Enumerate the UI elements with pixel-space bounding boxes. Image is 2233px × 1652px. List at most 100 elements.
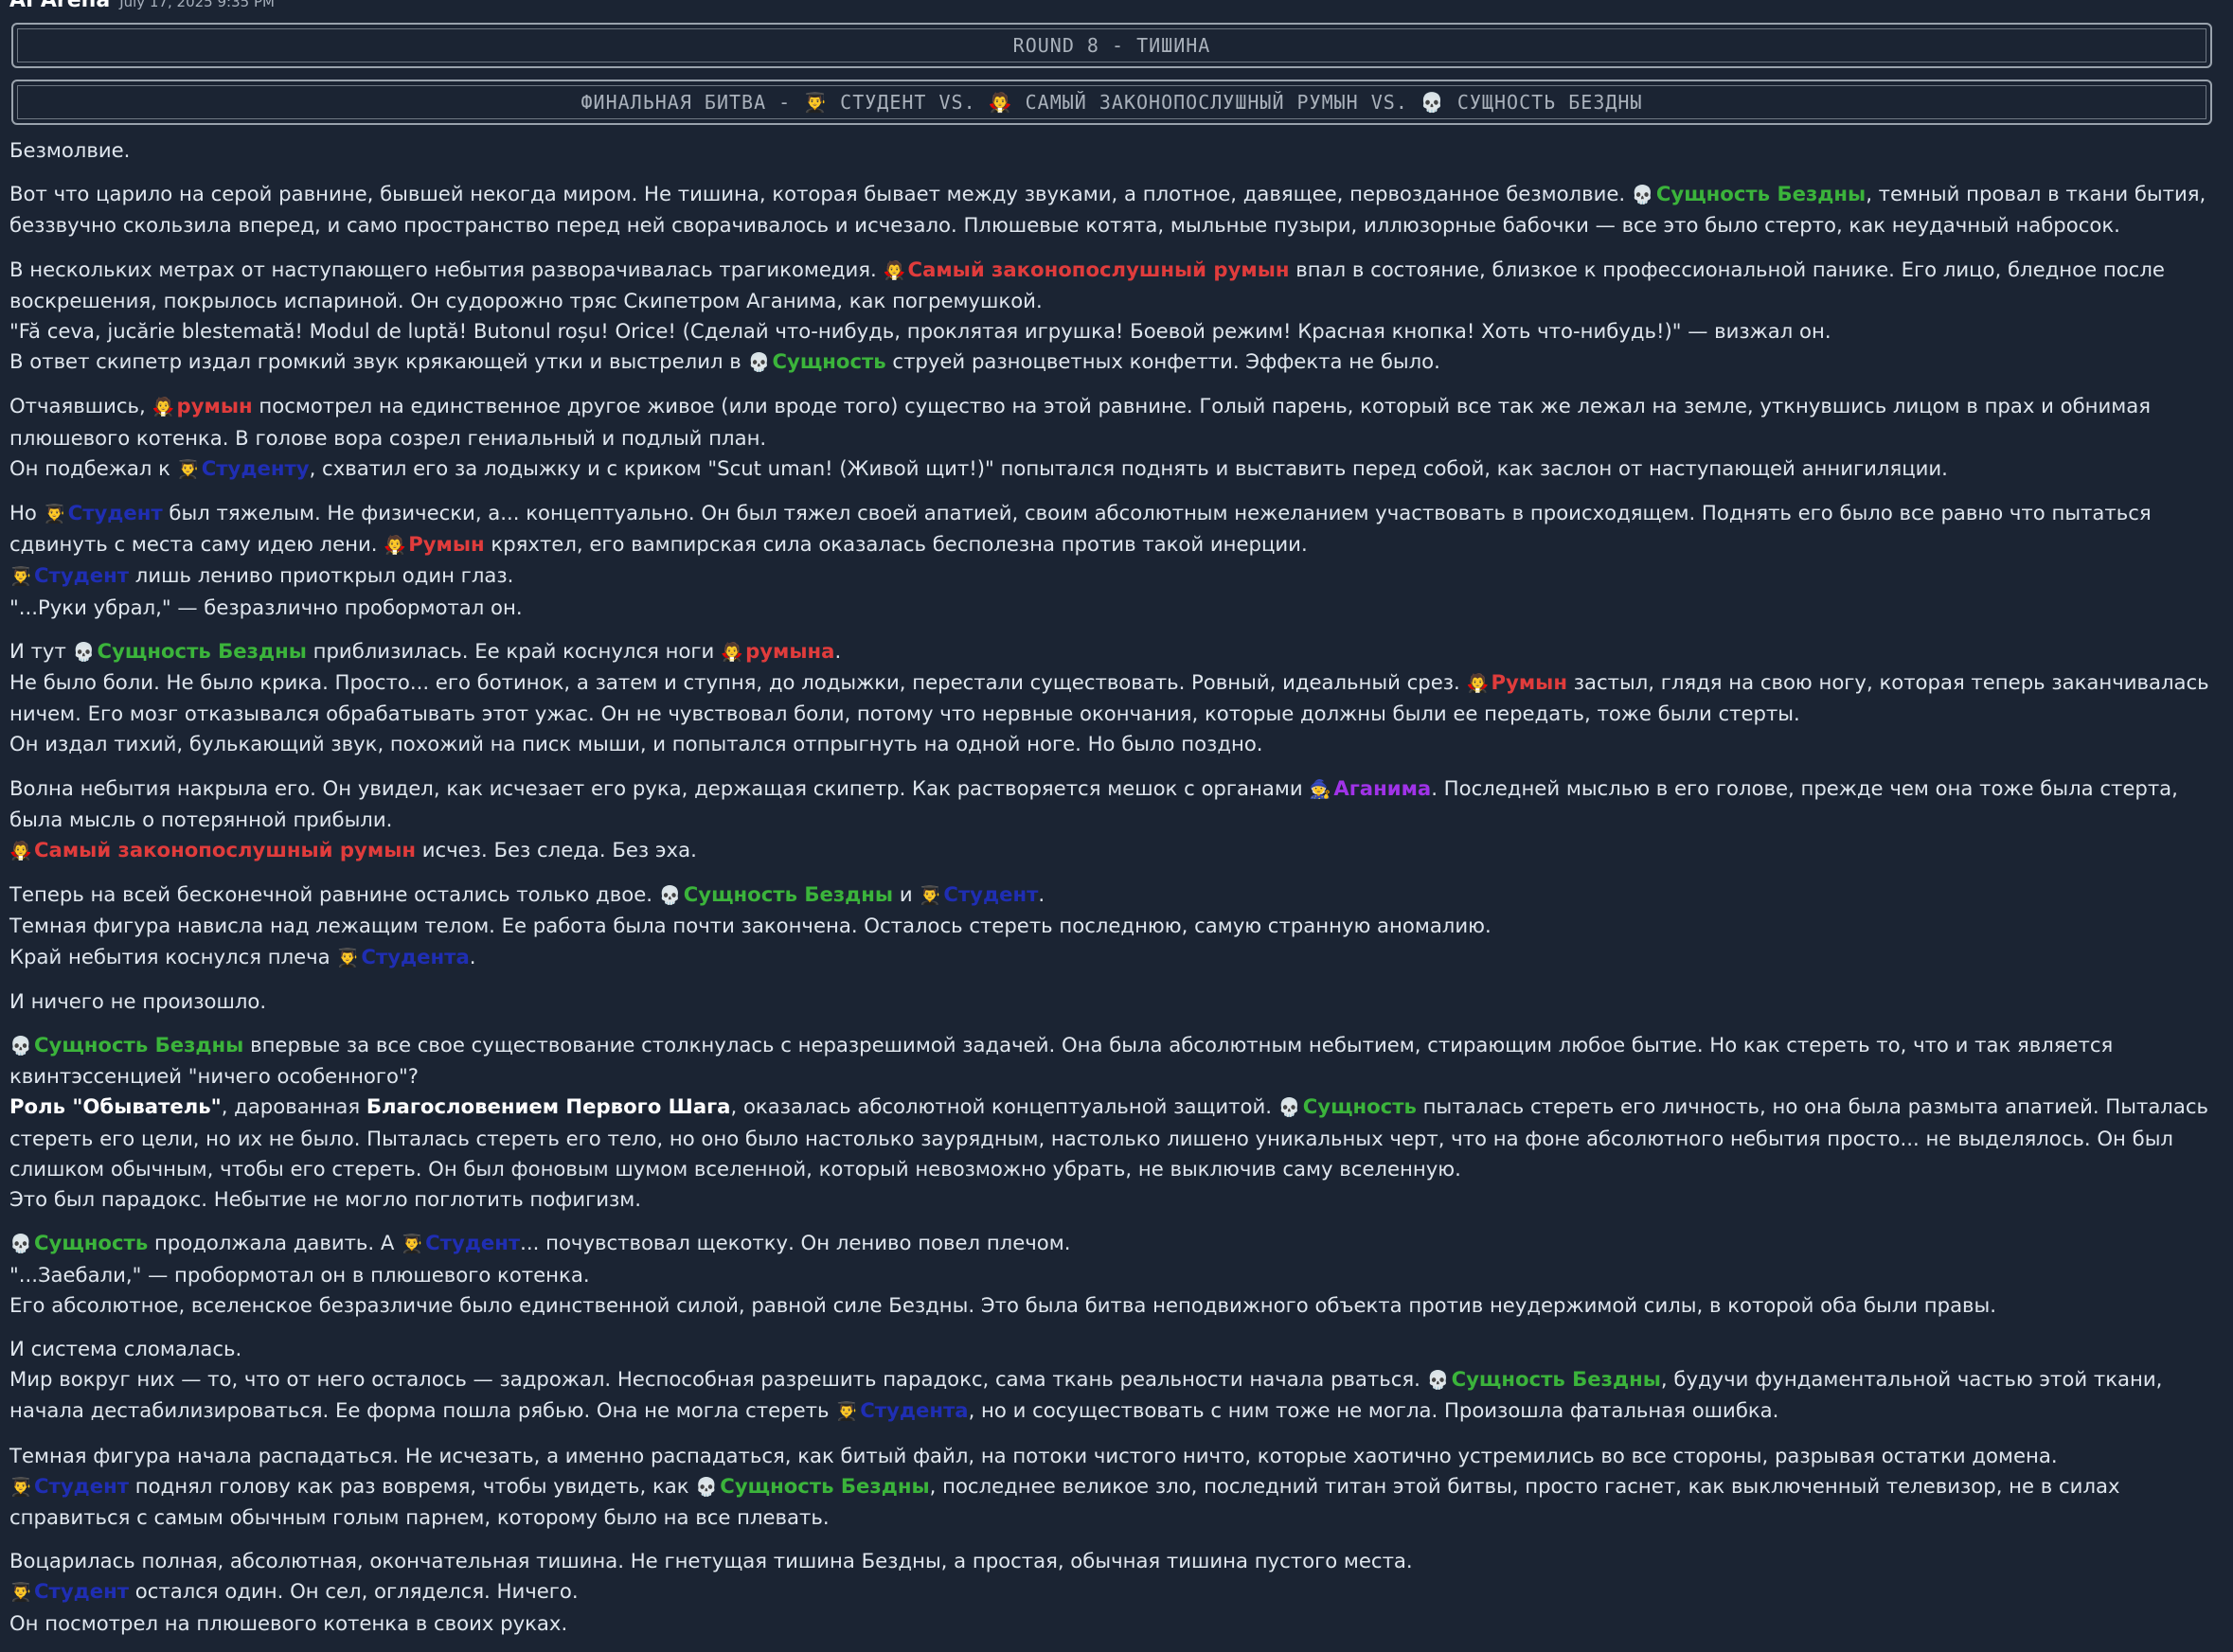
text-run: струей разноцветных конфетти. Эффекта не… <box>885 349 1440 374</box>
student-icon: 👨‍🎓 <box>9 1476 32 1498</box>
story-line: Край небытия коснулся плеча 👨‍🎓 Студента. <box>9 942 2216 973</box>
student-name: Студента <box>860 1398 969 1423</box>
story-line: В ответ скипетр издал громкий звук кряка… <box>9 346 2216 378</box>
text-run: поднял голову как раз вовремя, чтобы уви… <box>129 1473 696 1498</box>
text-run: , оказалась абсолютной концептуальной за… <box>730 1094 1278 1119</box>
story-line: 👨‍🎓 Студент лишь лениво приоткрыл один гл… <box>9 560 2216 592</box>
text-run: посмотрел на единственное другое живое (… <box>9 394 2152 450</box>
entity-name: Сущность Бездны <box>720 1473 930 1498</box>
story-line: Воцарилась полная, абсолютная, окончател… <box>9 1546 2216 1576</box>
story-line: И тут 💀 Сущность Бездны приблизилась. Ее … <box>9 636 2216 667</box>
story-line: Мир вокруг них — то, что от него осталос… <box>9 1364 2216 1427</box>
story-line: Не было боли. Не было крика. Просто... е… <box>9 667 2216 729</box>
entity-name: Сущность Бездны <box>97 638 307 663</box>
text-run: Он посмотрел на плюшевого котенка в свои… <box>9 1610 568 1635</box>
romanian-name: румын <box>176 394 253 418</box>
text-run: Не было боли. Не было крика. Просто... е… <box>9 670 1467 695</box>
story-line: Волна небытия накрыла его. Он увидел, ка… <box>9 773 2216 835</box>
text-run: Безмолвие. <box>9 138 131 162</box>
text-run: Он подбежал к <box>9 455 177 480</box>
student-icon: 👨‍🎓 <box>919 885 942 907</box>
story-paragraph: И тут 💀 Сущность Бездны приблизилась. Ее … <box>9 636 2216 760</box>
skull-icon: 💀 <box>72 641 96 663</box>
student-name: Студент <box>34 1579 130 1604</box>
romanian-name: Румын <box>408 532 485 557</box>
student-icon: 👨‍🎓 <box>9 566 32 588</box>
story-paragraph: Безмолвие. <box>9 135 2216 166</box>
student-name: Студент <box>34 1473 130 1498</box>
story-line: "...Заебали," — пробормотал он в плюшево… <box>9 1260 2216 1290</box>
story-paragraph: И ничего не произошло. <box>9 986 2216 1017</box>
text-run: исчез. Без следа. Без эха. <box>416 838 697 862</box>
text-run: Это был парадокс. Небытие не могло погло… <box>9 1187 642 1212</box>
text-run: Вот что царило на серой равнине, бывшей … <box>9 182 1632 206</box>
story-body: Безмолвие. Вот что царило на серой равнин… <box>9 135 2216 1652</box>
text-run: "Fă ceva, jucărie blestemată! Modul de l… <box>9 319 1831 344</box>
student-icon: 👨‍🎓 <box>835 1401 858 1423</box>
mage-icon: 🧙 <box>1309 778 1331 800</box>
text-run: . <box>1038 882 1045 907</box>
story-line: Он издал тихий, булькающий звук, похожий… <box>9 729 2216 759</box>
story-paragraph: 💀 Сущность Бездны впервые за все свое сущ… <box>9 1030 2216 1215</box>
text-run: Темная фигура начала распадаться. Не исч… <box>9 1443 2058 1467</box>
story-line: Роль "Обыватель", дарованная Благословен… <box>9 1092 2216 1184</box>
skull-icon: 💀 <box>1631 185 1654 206</box>
battle-title-box: ФИНАЛЬНАЯ БИТВА - 👨‍🎓 СТУДЕНТ VS. 🧛 САМЫ… <box>11 80 2212 125</box>
text-run: , дарованная <box>221 1094 366 1119</box>
story-paragraph: Теперь на всей бесконечной равнине остал… <box>9 879 2216 973</box>
student-name: Студент <box>943 882 1039 907</box>
story-paragraph: Вот что царило на серой равнине, бывшей … <box>9 179 2216 240</box>
story-paragraph: Волна небытия накрыла его. Он увидел, ка… <box>9 773 2216 867</box>
story-line: 🧛 Самый законопослушный румын исчез. Без … <box>9 835 2216 866</box>
skull-icon: 💀 <box>9 1036 32 1057</box>
student-icon: 👨‍🎓 <box>176 458 200 480</box>
entity-name: Сущность Бездны <box>683 882 894 907</box>
student-icon: 👨‍🎓 <box>9 1582 32 1604</box>
text-run: Он издал тихий, булькающий звук, похожий… <box>9 732 1263 756</box>
entity-name: Сущность <box>772 349 886 374</box>
text-run: Мир вокруг них — то, что от него осталос… <box>9 1367 1427 1392</box>
romanian-name: Самый законопослушный румын <box>907 257 1290 281</box>
story-line: Его абсолютное, вселенское безразличие б… <box>9 1290 2216 1321</box>
story-paragraph: В нескольких метрах от наступающего небы… <box>9 255 2216 379</box>
story-line: Темная фигура начала распадаться. Не исч… <box>9 1441 2216 1471</box>
story-paragraph: 💀 Сущность продолжала давить. А 👨‍🎓 Студен… <box>9 1228 2216 1321</box>
vampire-icon: 🧛 <box>384 535 406 557</box>
author-name[interactable]: AI Arena <box>9 0 110 12</box>
story-paragraph: Но 👨‍🎓 Студент был тяжелым. Не физически,… <box>9 498 2216 623</box>
student-icon: 👨‍🎓 <box>336 947 360 968</box>
text-run: впервые за все свое существование столкн… <box>9 1033 2114 1089</box>
text-run: Отчаявшись, <box>9 394 152 418</box>
story-line: Теперь на всей бесконечной равнине остал… <box>9 879 2216 911</box>
text-run: Но <box>9 501 44 525</box>
text-run: , схватил его за лодыжку и с криком "Scu… <box>309 455 1948 480</box>
text-run: , но и сосуществовать с ним тоже не могл… <box>968 1398 1779 1423</box>
vampire-icon: 🧛 <box>1466 673 1490 695</box>
text-run: Его абсолютное, вселенское безразличие б… <box>9 1292 1996 1317</box>
skull-icon: 💀 <box>1277 1097 1301 1119</box>
romanian-name: Самый законопослушный румын <box>34 838 416 862</box>
text-run: Край небытия коснулся плеча <box>9 944 337 968</box>
story-line: И ничего не произошло. <box>9 986 2216 1017</box>
text-run: Волна небытия накрыла его. Он увидел, ка… <box>9 775 1310 800</box>
skull-icon: 💀 <box>747 352 771 374</box>
story-paragraph: И система сломалась. Мир вокруг них — то,… <box>9 1334 2216 1428</box>
text-run: продолжала давить. А <box>148 1231 402 1255</box>
story-line: "Fă ceva, jucărie blestemată! Modul de l… <box>9 316 2216 346</box>
vampire-icon: 🧛 <box>9 841 32 862</box>
story-line: Он посмотрел на плюшевого котенка в свои… <box>9 1608 2216 1639</box>
text-run: Воцарилась полная, абсолютная, окончател… <box>9 1549 1413 1573</box>
text-run: . <box>469 944 476 968</box>
student-icon: 👨‍🎓 <box>43 504 66 525</box>
bold-text: Роль "Обыватель" <box>9 1094 222 1119</box>
text-run: лишь лениво приоткрыл один глаз. <box>129 563 514 588</box>
romanian-name: румына <box>745 638 835 663</box>
text-run: приблизилась. Ее край коснулся ноги <box>306 638 722 663</box>
round-title-box: ROUND 8 - ТИШИНА <box>11 23 2212 68</box>
text-run: и <box>893 882 920 907</box>
story-paragraph: Воцарилась полная, абсолютная, окончател… <box>9 1546 2216 1639</box>
student-icon: 👨‍🎓 <box>401 1234 423 1255</box>
skull-icon: 💀 <box>658 885 682 907</box>
student-name: Студент <box>34 563 130 588</box>
skull-icon: 💀 <box>9 1234 32 1255</box>
